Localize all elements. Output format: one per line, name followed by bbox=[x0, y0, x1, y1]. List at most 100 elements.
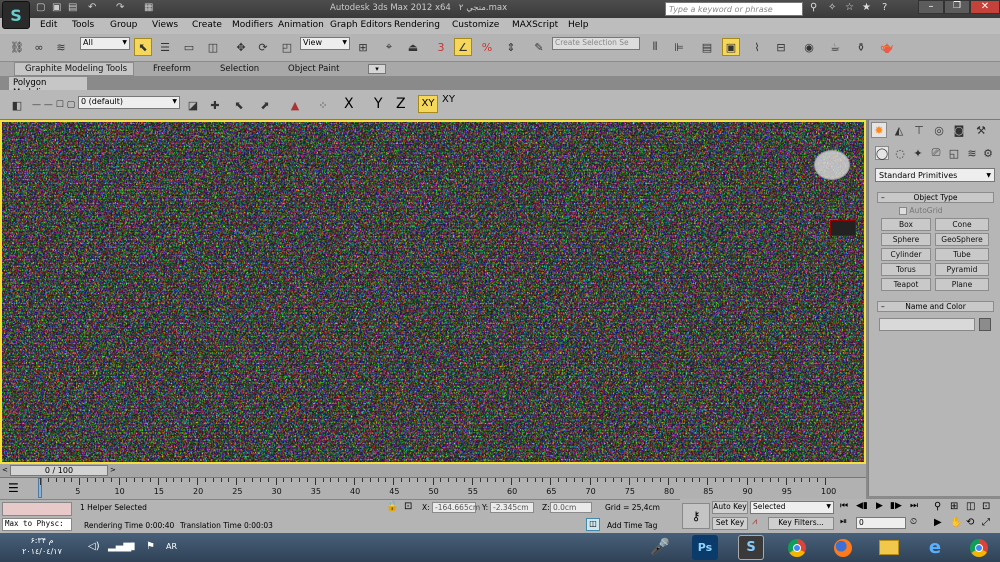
spinner-snap-icon[interactable]: ⇕ bbox=[502, 38, 520, 56]
goto-end-icon[interactable]: ⏭ bbox=[910, 501, 918, 511]
save-file-icon[interactable]: ▤ bbox=[68, 2, 77, 13]
absolute-mode-icon[interactable]: ⊡ bbox=[404, 501, 412, 512]
select-by-name-icon[interactable]: ☰ bbox=[156, 38, 174, 56]
object-color-swatch[interactable] bbox=[979, 318, 991, 331]
track-bar[interactable]: ☰ 5 10 15 20 25 30 35 40 45 50 55 60 65 70 75 80 85 90 95 1… bbox=[0, 477, 866, 499]
render-setup-icon[interactable]: ☕ bbox=[826, 38, 844, 56]
tube-button[interactable]: Tube bbox=[935, 248, 989, 261]
systems-icon[interactable]: ⚙ bbox=[981, 146, 995, 160]
lights-icon[interactable]: ✦ bbox=[911, 146, 925, 160]
axis-z[interactable]: Z bbox=[396, 96, 406, 112]
ribbon-options-icon[interactable]: ▾ bbox=[368, 64, 386, 74]
layer-icon[interactable]: ◧ bbox=[8, 96, 26, 114]
language-indicator[interactable]: AR bbox=[166, 542, 177, 551]
cone-button[interactable]: Cone bbox=[935, 218, 989, 231]
rendered-frame-icon[interactable]: ⚱ bbox=[852, 38, 870, 56]
auto-key-button[interactable]: Auto Key bbox=[712, 501, 748, 514]
z-coordinate-field[interactable]: 0.0cm bbox=[550, 502, 592, 513]
menu-create[interactable]: Create bbox=[192, 20, 222, 30]
menu-tools[interactable]: Tools bbox=[72, 20, 94, 30]
cylinder-button[interactable]: Cylinder bbox=[881, 248, 931, 261]
percent-snap-icon[interactable]: % bbox=[478, 38, 496, 56]
current-frame-input[interactable]: 0 bbox=[856, 517, 906, 529]
torus-button[interactable]: Torus bbox=[881, 263, 931, 276]
photoshop-icon[interactable]: Ps bbox=[692, 535, 718, 560]
menu-edit[interactable]: Edit bbox=[40, 20, 57, 30]
create-tab-icon[interactable]: ✸ bbox=[871, 122, 887, 138]
set-key-button[interactable]: Set Key bbox=[712, 517, 748, 530]
create-layer-icon[interactable]: ✚ bbox=[206, 96, 224, 114]
space-warps-icon[interactable]: ≋ bbox=[965, 146, 979, 160]
material-editor-icon[interactable]: ◉ bbox=[800, 38, 818, 56]
time-slider[interactable]: < 0 / 100 > bbox=[0, 464, 866, 477]
prev-frame-icon[interactable]: < bbox=[2, 466, 8, 474]
maxscript-mini-listener[interactable]: Max to Physc: bbox=[2, 518, 72, 531]
mirror-icon[interactable]: ⫴ bbox=[646, 38, 664, 56]
key-selection-dropdown[interactable]: Selected ▼ bbox=[750, 501, 834, 514]
explorer-icon[interactable] bbox=[876, 535, 902, 560]
menu-graph-editors[interactable]: Graph Editors bbox=[330, 20, 392, 30]
menu-help[interactable]: Help bbox=[568, 20, 589, 30]
pivot-center-icon[interactable]: ⊞ bbox=[354, 38, 372, 56]
prev-key-icon[interactable]: ◀▮ bbox=[856, 501, 868, 511]
flag-icon[interactable]: ⚑ bbox=[146, 541, 155, 552]
teapot-button[interactable]: Teapot bbox=[881, 278, 931, 291]
select-manipulate-icon[interactable]: ⌖ bbox=[380, 38, 398, 56]
next-key-icon[interactable]: ▮▶ bbox=[890, 501, 902, 511]
ref-coord-dropdown[interactable]: View ▼ bbox=[300, 37, 350, 50]
rotate-icon[interactable]: ⟳ bbox=[254, 38, 272, 56]
rectangular-selection-icon[interactable]: ▭ bbox=[180, 38, 198, 56]
link-icon[interactable]: ⛓ bbox=[8, 38, 26, 56]
keyboard-shortcut-icon[interactable]: ⏏ bbox=[404, 38, 422, 56]
motion-tab-icon[interactable]: ◎ bbox=[931, 122, 947, 138]
tab-selection[interactable]: Selection bbox=[220, 64, 259, 74]
menu-views[interactable]: Views bbox=[152, 20, 178, 30]
zoom-icon[interactable]: ⚲ bbox=[934, 501, 941, 512]
grid-snap-icon[interactable]: ⁘ bbox=[314, 96, 332, 114]
menu-customize[interactable]: Customize bbox=[452, 20, 499, 30]
curve-editor-icon[interactable]: ⌇ bbox=[748, 38, 766, 56]
move-icon[interactable]: ✥ bbox=[232, 38, 250, 56]
autogrid-checkbox[interactable]: AutoGrid bbox=[899, 206, 943, 215]
time-slider-thumb[interactable]: 0 / 100 bbox=[10, 465, 108, 476]
network-icon[interactable]: ▂▄▆ bbox=[108, 541, 131, 552]
hierarchy-tab-icon[interactable]: ⊤ bbox=[911, 122, 927, 138]
modify-tab-icon[interactable]: ◭ bbox=[891, 122, 907, 138]
zoom-extents-icon[interactable]: ◫ bbox=[966, 501, 975, 512]
selection-filter-dropdown[interactable]: All ▼ bbox=[80, 37, 130, 50]
maximize-viewport-icon[interactable]: ⤢ bbox=[982, 517, 990, 528]
app-logo-icon[interactable]: S bbox=[2, 1, 30, 29]
window-crossing-icon[interactable]: ◫ bbox=[204, 38, 222, 56]
plane-button[interactable]: Plane bbox=[935, 278, 989, 291]
time-config-icon[interactable]: ⏲ bbox=[910, 517, 917, 527]
chrome-icon-2[interactable] bbox=[966, 535, 992, 560]
menu-maxscript[interactable]: MAXScript bbox=[512, 20, 558, 30]
key-mode-toggle-icon[interactable]: ⏯ bbox=[840, 517, 847, 527]
geometry-icon[interactable]: ◯ bbox=[875, 146, 889, 160]
minimize-button[interactable]: – bbox=[918, 0, 944, 14]
favorites-icon[interactable]: ★ bbox=[862, 2, 871, 13]
communication-icon[interactable]: ☆ bbox=[845, 2, 854, 13]
layer-toggles-icon[interactable]: — — ☐ ▢ bbox=[32, 100, 75, 110]
menu-animation[interactable]: Animation bbox=[278, 20, 324, 30]
orbit-icon[interactable]: ⟲ bbox=[966, 517, 974, 528]
tab-freeform[interactable]: Freeform bbox=[153, 64, 191, 74]
binoculars-icon[interactable]: ⚲ bbox=[810, 2, 817, 13]
chrome-icon[interactable] bbox=[784, 535, 810, 560]
bind-space-warp-icon[interactable]: ≋ bbox=[52, 38, 70, 56]
volume-icon[interactable]: ◁) bbox=[88, 541, 100, 552]
object-name-input[interactable] bbox=[879, 318, 975, 331]
layer-dropdown[interactable]: 0 (default) ▼ bbox=[78, 96, 180, 109]
axis-xy-constraint[interactable]: XY bbox=[442, 94, 455, 105]
goto-start-icon[interactable]: ⏮ bbox=[840, 501, 848, 511]
tab-graphite-modeling[interactable]: Graphite Modeling Tools bbox=[14, 62, 134, 76]
helpers-icon[interactable]: ◱ bbox=[947, 146, 961, 160]
add-to-layer-icon[interactable]: ⬉ bbox=[230, 96, 248, 114]
unlink-icon[interactable]: ∞ bbox=[30, 38, 48, 56]
edit-named-selection-icon[interactable]: ✎ bbox=[530, 38, 548, 56]
ie-icon[interactable]: e bbox=[922, 535, 948, 560]
field-of-view-icon[interactable]: ▶ bbox=[934, 517, 942, 528]
x-coordinate-field[interactable]: -164.665cm bbox=[432, 502, 480, 513]
zoom-extents-all-icon[interactable]: ⊡ bbox=[982, 501, 990, 512]
perspective-viewport[interactable] bbox=[0, 120, 866, 464]
